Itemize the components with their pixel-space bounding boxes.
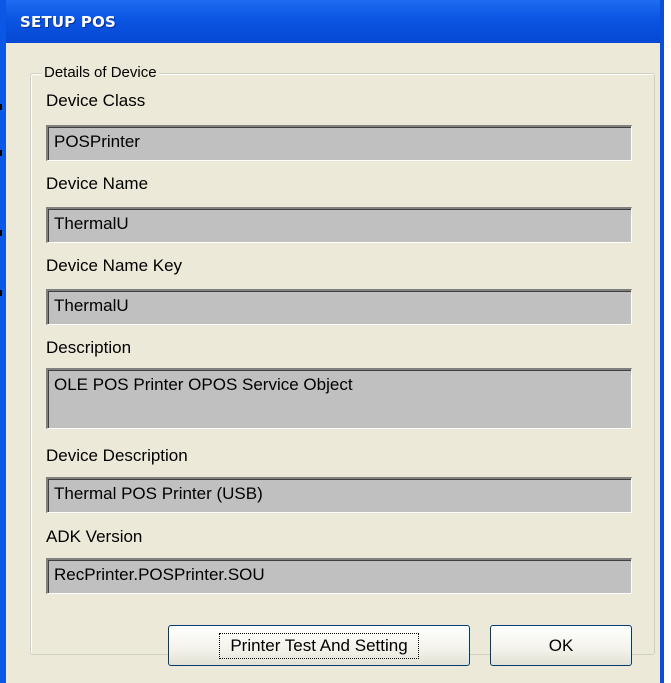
groupbox-legend: Details of Device xyxy=(42,63,159,83)
edge-mark xyxy=(0,104,2,110)
device-class-field[interactable]: POSPrinter xyxy=(46,125,632,161)
edge-mark xyxy=(0,290,2,296)
printer-test-and-setting-button[interactable]: Printer Test And Setting xyxy=(168,625,470,666)
setup-pos-window: SETUP POS Details of Device Device Class… xyxy=(0,0,664,683)
device-name-label: Device Name xyxy=(46,174,149,193)
device-description-label: Device Description xyxy=(46,446,188,465)
edge-mark xyxy=(0,150,2,156)
window-title: SETUP POS xyxy=(20,13,117,31)
adk-version-label: ADK Version xyxy=(46,527,143,546)
device-name-key-label: Device Name Key xyxy=(46,256,183,275)
printer-test-and-setting-label: Printer Test And Setting xyxy=(219,632,419,659)
dialog-client-area: Details of Device Device Class POSPrinte… xyxy=(6,43,660,683)
edge-mark xyxy=(0,230,2,236)
description-label: Description xyxy=(46,338,132,357)
title-bar[interactable]: SETUP POS xyxy=(6,0,660,43)
ok-button[interactable]: OK xyxy=(490,625,632,666)
device-name-field[interactable]: ThermalU xyxy=(46,207,632,243)
device-description-field[interactable]: Thermal POS Printer (USB) xyxy=(46,477,632,513)
ok-label: OK xyxy=(548,635,574,655)
device-class-label: Device Class xyxy=(46,91,146,110)
description-field[interactable]: OLE POS Printer OPOS Service Object xyxy=(46,368,632,429)
device-name-key-field[interactable]: ThermalU xyxy=(46,289,632,325)
adk-version-field[interactable]: RecPrinter.POSPrinter.SOU xyxy=(46,558,632,594)
